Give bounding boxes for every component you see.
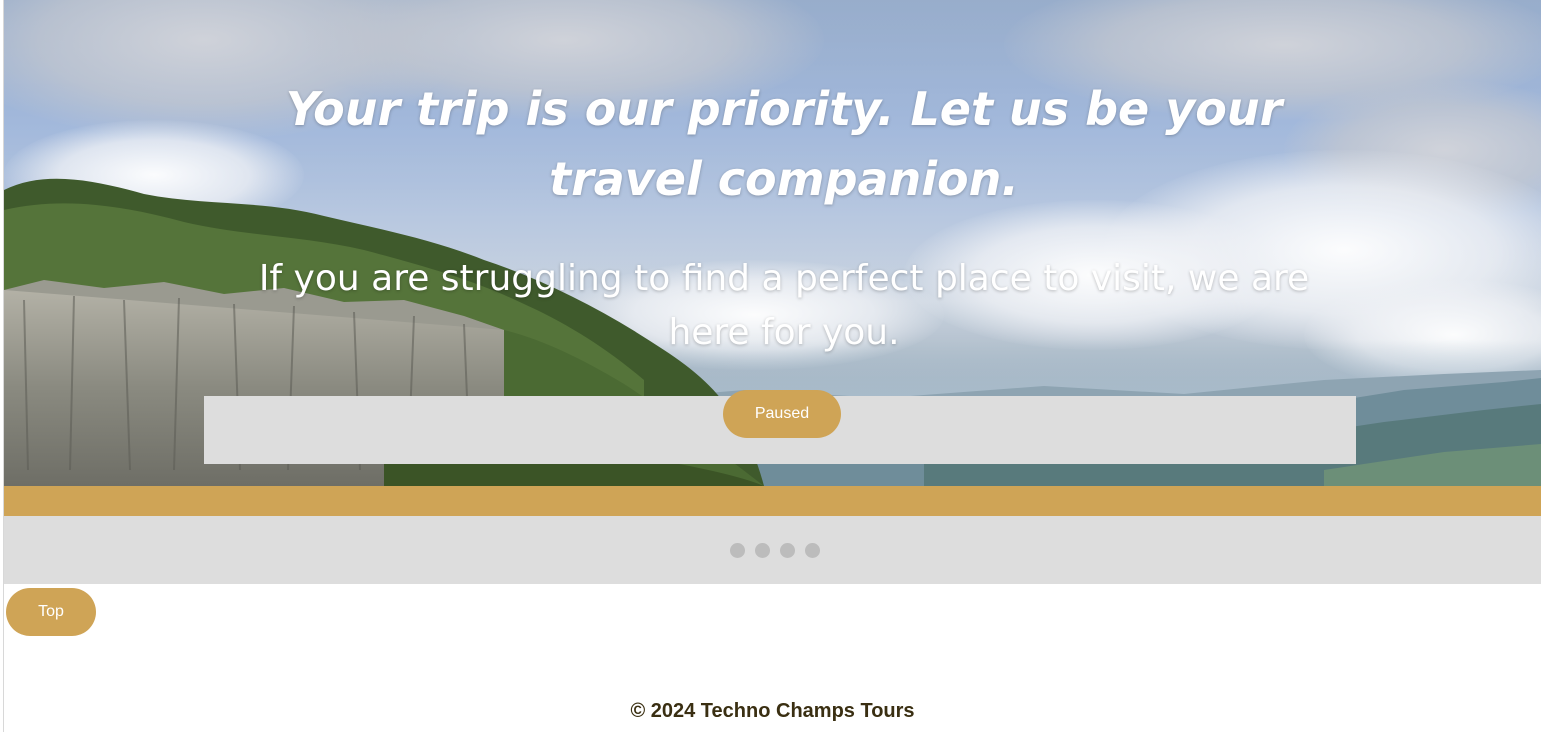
slide-indicator-dot[interactable] xyxy=(780,543,795,558)
accent-band xyxy=(4,486,1541,516)
slideshow-pause-button[interactable]: Paused xyxy=(723,390,841,438)
back-to-top-button[interactable]: Top xyxy=(6,588,96,636)
page: Your trip is our priority. Let us be you… xyxy=(0,0,1542,732)
footer-copyright: © 2024 Techno Champs Tours xyxy=(630,700,915,722)
hero-banner: Your trip is our priority. Let us be you… xyxy=(4,0,1541,486)
slideshow-indicators xyxy=(730,543,820,558)
hero-subtitle: If you are struggling to find a perfect … xyxy=(258,258,1310,353)
slide-indicator-dot[interactable] xyxy=(805,543,820,558)
slide-indicator-dot[interactable] xyxy=(730,543,745,558)
hero-title: Your trip is our priority. Let us be you… xyxy=(285,82,1283,206)
slide-indicator-dot[interactable] xyxy=(755,543,770,558)
